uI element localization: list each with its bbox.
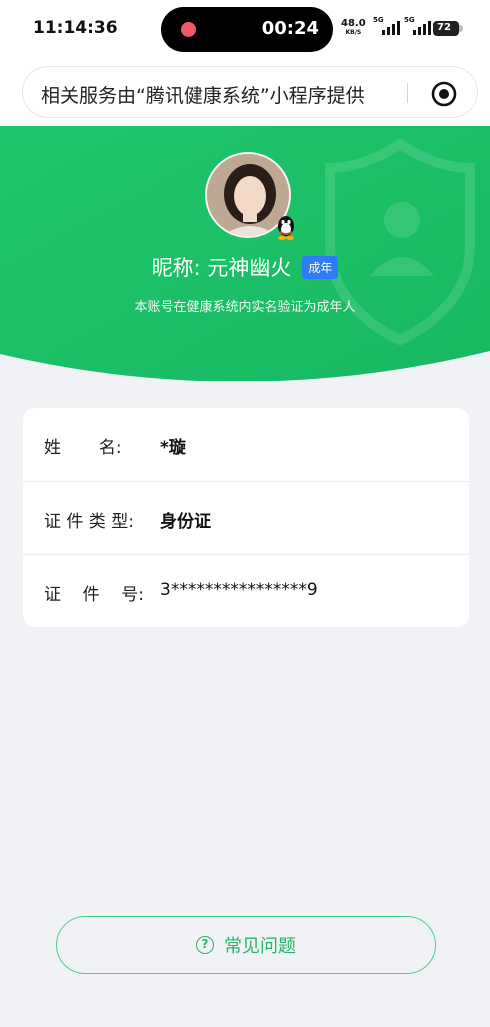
info-value: 身份证 [160,512,211,532]
nickname: 昵称: 元神幽火 [151,256,292,280]
info-label: 证 件 号: [44,585,144,605]
battery-icon: 72 [433,21,463,36]
info-value: *璇 [160,438,186,458]
status-time: 11:14:36 [33,18,118,38]
qq-penguin-icon [278,216,294,240]
info-value: 3****************9 [160,580,318,600]
adult-badge: 成年 [302,255,339,279]
info-label: 姓 名: [44,438,122,458]
network-speed: 48.0 KB/S [341,19,366,37]
screen-recording-pill[interactable]: 00:24 [161,7,333,52]
faq-label: 常见问题 [224,936,296,957]
verification-text: 本账号在健康系统内实名验证为成年人 [134,300,356,315]
capsule-divider [407,83,408,103]
info-row-id-number: 证 件 号: 3****************9 [23,554,469,627]
status-bar: 11:14:36 00:24 48.0 KB/S 5G 5G 72 [0,0,490,60]
battery-level: 72 [437,22,451,33]
mini-program-capsule: 相关服务由“腾讯健康系统”小程序提供 [22,66,478,118]
profile-banner: 昵称: 元神幽火 成年 本账号在健康系统内实名验证为成年人 [0,126,490,381]
recording-time: 00:24 [261,18,319,39]
info-row-name: 姓 名: *璇 [23,408,469,480]
identity-info-card: 姓 名: *璇 证 件 类 型: 身份证 证 件 号: 3***********… [23,408,469,627]
mini-program-notice[interactable]: 相关服务由“腾讯健康系统”小程序提供 [41,81,365,108]
network-speed-unit: KB/S [345,29,362,36]
info-label: 证 件 类 型: [44,512,134,532]
mini-program-bar: 相关服务由“腾讯健康系统”小程序提供 [0,60,490,126]
question-icon: ? [196,936,214,954]
close-mini-program-icon[interactable] [431,81,457,107]
faq-button[interactable]: ? 常见问题 [56,916,436,974]
info-row-id-type: 证 件 类 型: 身份证 [23,481,469,554]
nickname-row: 昵称: 元神幽火 成年 [0,252,490,282]
recording-dot-icon [181,22,196,37]
